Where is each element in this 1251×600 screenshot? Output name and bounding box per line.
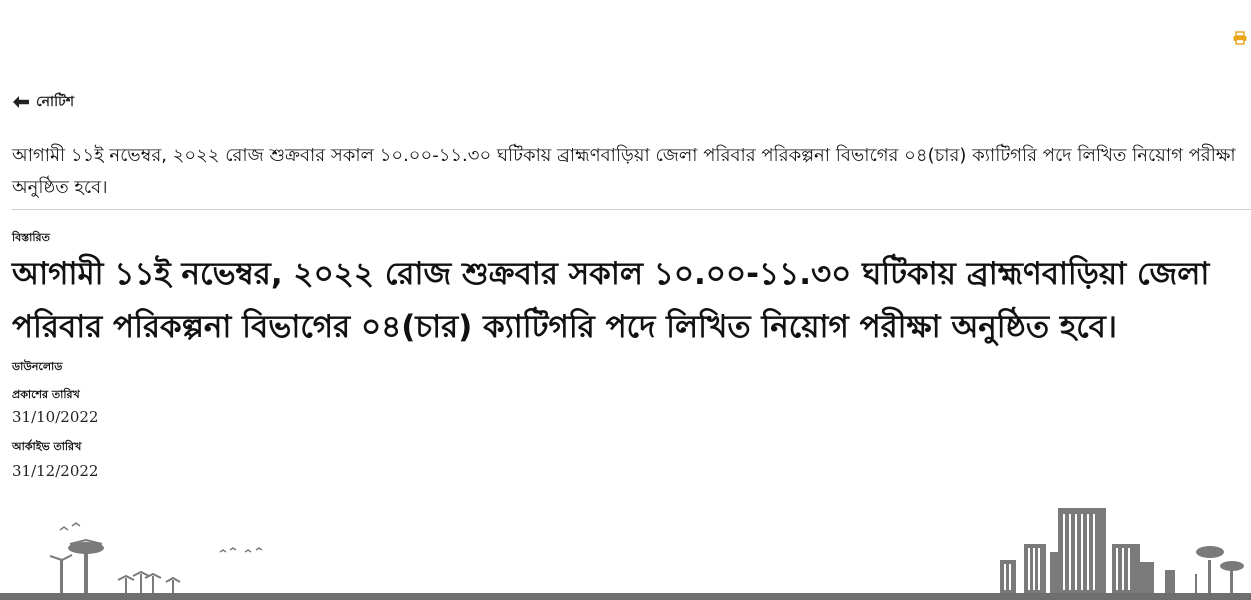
printer-icon [1233,31,1247,45]
archive-date-value: 31/12/2022 [12,462,99,480]
arrow-left-icon [13,96,29,108]
download-label[interactable]: ডাউনলোড [12,358,62,377]
notice-summary: আগামী ১১ই নভেম্বর, ২০২২ রোজ শুক্রবার সকা… [12,145,1236,198]
print-button[interactable] [1232,30,1248,46]
details-body: আগামী ১১ই নভেম্বর, ২০২২ রোজ শুক্রবার সকা… [12,256,1210,345]
city-landscape-illustration [0,508,1251,600]
published-date-value: 31/10/2022 [12,408,99,426]
divider [12,209,1251,210]
published-date-label: প্রকাশের তারিখ [12,388,80,401]
details-label: বিস্তারিত [12,231,50,244]
back-to-notice-link[interactable]: নোটিশ [12,90,74,114]
archive-date-label: আর্কাইভ তারিখ [12,440,82,453]
back-label: নোটিশ [36,94,75,110]
